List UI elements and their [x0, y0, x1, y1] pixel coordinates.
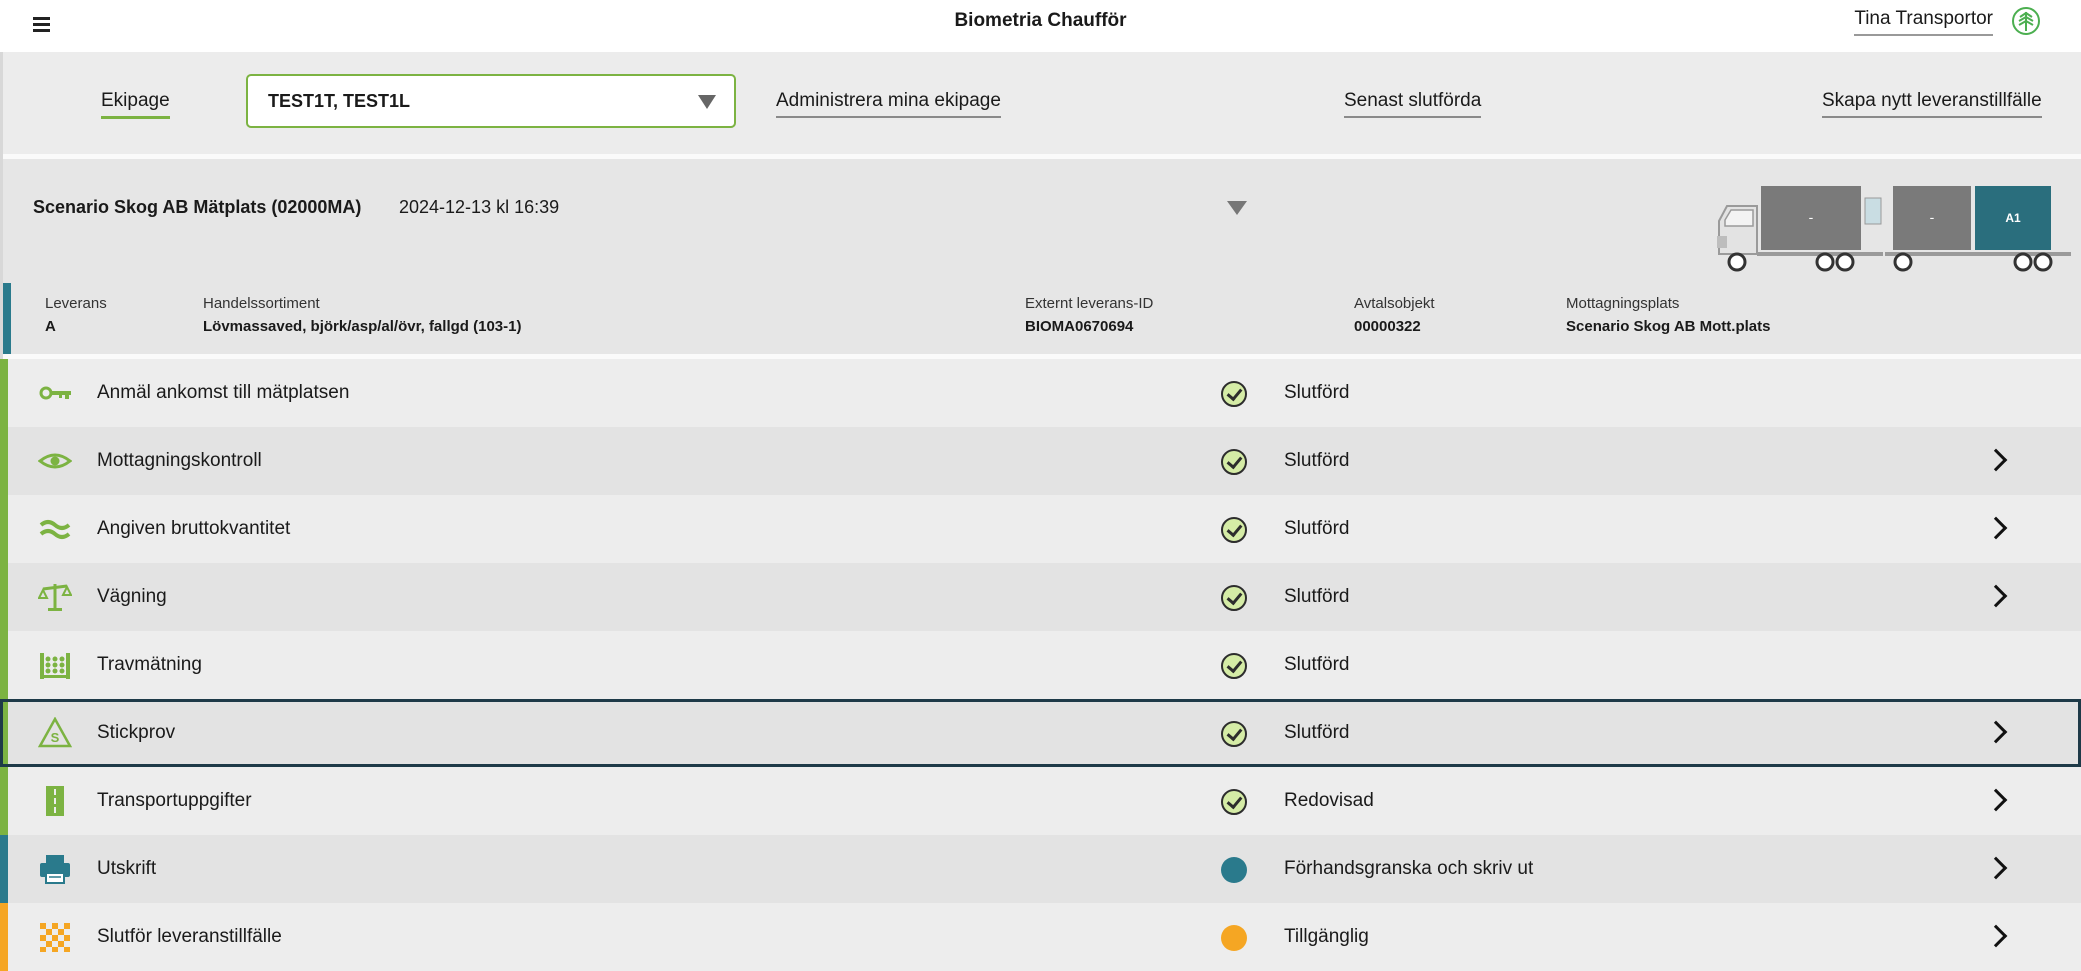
check-circle-icon	[1221, 789, 1247, 815]
check-circle-icon	[1221, 381, 1247, 407]
step-label: Anmäl ankomst till mätplatsen	[97, 382, 350, 403]
status-dot-icon	[1221, 857, 1247, 883]
check-circle-icon	[1221, 517, 1247, 543]
step-row-mottagningskontroll[interactable]: Mottagningskontroll Slutförd	[0, 427, 2081, 495]
expand-caret-icon[interactable]	[1227, 201, 1247, 215]
approx-icon	[39, 520, 71, 539]
chevron-right-icon[interactable]	[1984, 516, 2008, 540]
truck-cargo-1: -	[1809, 209, 1814, 225]
measuring-place-name: Scenario Skog AB Mätplats (02000MA)	[33, 197, 362, 217]
step-row-slutfor[interactable]: Slutför leveranstillfälle Tillgänglig	[0, 903, 2081, 971]
step-label: Angiven bruttokvantitet	[97, 518, 291, 539]
chevron-right-icon[interactable]	[1984, 584, 2008, 608]
dropdown-caret-icon	[698, 95, 716, 109]
tree-logo-icon	[2012, 7, 2040, 35]
printer-icon	[40, 855, 70, 884]
step-status: Slutförd	[1284, 450, 1350, 471]
step-label: Travmätning	[97, 654, 202, 675]
sample-icon: S	[38, 717, 72, 748]
field-extern-id: Externt leverans-ID BIOMA0670694	[1025, 295, 1153, 335]
avtal-label: Avtalsobjekt	[1354, 295, 1435, 312]
check-circle-icon	[1221, 585, 1247, 611]
step-row-vagning[interactable]: Vägning Slutförd	[0, 563, 2081, 631]
mottagning-value: Scenario Skog AB Mott.plats	[1566, 318, 1771, 335]
step-status: Slutförd	[1284, 722, 1350, 743]
step-row-travmatning[interactable]: Travmätning Slutförd	[0, 631, 2081, 699]
trailer-cargo-3: A1	[2005, 211, 2021, 225]
step-row-utskrift[interactable]: Utskrift Förhandsgranska och skriv ut	[0, 835, 2081, 903]
status-dot-icon	[1221, 925, 1247, 951]
chevron-right-icon[interactable]	[1984, 788, 2008, 812]
leverans-value: A	[45, 318, 56, 335]
checkered-flag-icon	[40, 923, 70, 952]
step-row-anmal-ankomst[interactable]: Anmäl ankomst till mätplatsen Slutförd	[0, 359, 2081, 427]
road-icon	[46, 786, 64, 816]
scale-icon	[38, 584, 72, 611]
trailer-cargo-2: -	[1930, 209, 1935, 225]
field-sortiment: Handelssortiment Lövmassaved, björk/asp/…	[203, 295, 521, 335]
manage-ekipage-link[interactable]: Administrera mina ekipage	[776, 90, 1001, 118]
delivery-datetime: 2024-12-13 kl 16:39	[399, 197, 560, 217]
extern-id-label: Externt leverans-ID	[1025, 295, 1154, 312]
chevron-right-icon[interactable]	[1984, 924, 2008, 948]
step-row-stickprov[interactable]: S Stickprov Slutförd	[0, 699, 2081, 767]
field-avtal: Avtalsobjekt 00000322	[1354, 295, 1435, 335]
recent-completed-link[interactable]: Senast slutförda	[1344, 90, 1482, 118]
sortiment-label: Handelssortiment	[203, 295, 320, 312]
timber-stack-icon	[40, 653, 70, 679]
step-label: Transportuppgifter	[97, 790, 252, 811]
avtal-value: 00000322	[1354, 318, 1421, 335]
extern-id-value: BIOMA0670694	[1025, 318, 1134, 335]
step-status: Slutförd	[1284, 586, 1350, 607]
step-list: Anmäl ankomst till mätplatsen Slutförd M…	[0, 359, 2081, 971]
step-row-bruttokvantitet[interactable]: Angiven bruttokvantitet Slutförd	[0, 495, 2081, 563]
ekipage-toolbar: Ekipage TEST1T, TEST1L Administrera mina…	[3, 52, 2081, 154]
step-status: Tillgänglig	[1284, 926, 1369, 947]
eye-icon	[38, 453, 72, 469]
check-circle-icon	[1221, 653, 1247, 679]
step-status: Slutförd	[1284, 654, 1350, 675]
ekipage-select[interactable]: TEST1T, TEST1L	[246, 74, 736, 128]
field-leverans: Leverans A	[45, 295, 107, 335]
step-label: Mottagningskontroll	[97, 450, 262, 471]
leverans-label: Leverans	[45, 295, 107, 312]
check-circle-icon	[1221, 449, 1247, 475]
step-label: Utskrift	[97, 858, 157, 879]
chevron-right-icon[interactable]	[1984, 448, 2008, 472]
ekipage-select-value: TEST1T, TEST1L	[268, 91, 411, 111]
app-title: Biometria Chaufför	[954, 10, 1127, 31]
user-menu-link[interactable]: Tina Transportor	[1854, 8, 1993, 36]
step-label: Slutför leveranstillfälle	[97, 926, 282, 947]
create-delivery-link[interactable]: Skapa nytt leveranstillfälle	[1822, 90, 2042, 118]
top-bar: Biometria Chaufför Tina Transportor	[0, 0, 2081, 52]
step-status: Förhandsgranska och skriv ut	[1284, 858, 1534, 879]
svg-text:S: S	[51, 730, 60, 745]
ekipage-tab[interactable]: Ekipage	[101, 90, 170, 119]
step-status: Redovisad	[1284, 790, 1374, 811]
step-status: Slutförd	[1284, 382, 1350, 403]
delivery-details-row: Leverans A Handelssortiment Lövmassaved,…	[3, 283, 2081, 354]
sortiment-value: Lövmassaved, björk/asp/al/övr, fallgd (1…	[203, 318, 522, 335]
key-icon	[39, 386, 71, 400]
chevron-right-icon[interactable]	[1984, 856, 2008, 880]
step-row-transportuppgifter[interactable]: Transportuppgifter Redovisad	[0, 767, 2081, 835]
delivery-summary: Scenario Skog AB Mätplats (02000MA) 2024…	[3, 159, 2081, 283]
field-mottagning: Mottagningsplats Scenario Skog AB Mott.p…	[1566, 295, 1770, 335]
chevron-right-icon[interactable]	[1984, 720, 2008, 744]
truck-trailer-icon: - - A1	[1717, 186, 2071, 272]
check-circle-icon	[1221, 721, 1247, 747]
step-label: Vägning	[97, 586, 167, 607]
mottagning-label: Mottagningsplats	[1566, 295, 1680, 312]
step-label: Stickprov	[97, 722, 176, 743]
step-status: Slutförd	[1284, 518, 1350, 539]
